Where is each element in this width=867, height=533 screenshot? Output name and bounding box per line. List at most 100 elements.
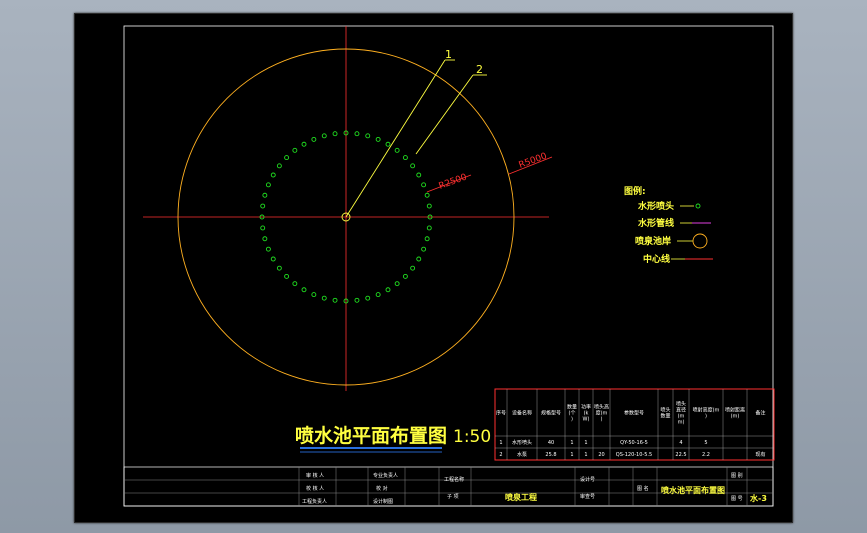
- table-cell: 5: [704, 440, 707, 446]
- nozzle-symbol: [265, 182, 271, 188]
- table-cell: 4: [679, 440, 682, 446]
- nozzle-symbol: [270, 172, 276, 178]
- nozzle-symbol: [375, 292, 381, 298]
- label-designer: 设计制图: [373, 498, 393, 505]
- cad-drawing: 1 2 R2500 R5000 图例: 水形喷头 水形管线 喷泉池岸 中心线 喷…: [123, 25, 775, 507]
- label-figure-name: 图 名: [637, 485, 649, 492]
- table-header-cell: 设备名称: [512, 410, 532, 417]
- table-cell: 1: [584, 440, 587, 446]
- callout-label-1: 1: [445, 48, 452, 61]
- nozzle-symbol: [365, 133, 371, 139]
- label-review-no: 审查号: [580, 493, 595, 500]
- label-project-lead: 工程负责人: [302, 498, 327, 505]
- table-header-cell: 功率(k W): [581, 404, 591, 423]
- nozzle-symbol: [410, 265, 416, 271]
- nozzle-symbol: [394, 281, 400, 287]
- nozzle-symbol: [394, 147, 400, 153]
- nozzle-symbol: [321, 295, 327, 301]
- legend-heading: 图例:: [624, 185, 646, 197]
- legend-label-center-line: 中心线: [643, 253, 670, 265]
- nozzle-symbol: [410, 163, 416, 169]
- nozzle-symbol: [426, 225, 432, 231]
- nozzle-symbol: [260, 225, 266, 231]
- table-cell: 1: [499, 440, 502, 446]
- label-proofread: 校 对: [376, 485, 388, 492]
- nozzle-symbol: [424, 236, 430, 242]
- table-header-cell: 喷头数量: [660, 407, 670, 420]
- value-sheet-number: 水-3: [749, 493, 767, 503]
- table-cell: 现有: [755, 451, 765, 458]
- table-header-cell: 数量(个): [567, 404, 577, 423]
- nozzle-symbol: [262, 236, 268, 242]
- nozzle-symbol: [424, 192, 430, 198]
- table-cell: 水形喷头: [512, 439, 532, 446]
- table-cell: 22.5: [675, 452, 686, 458]
- leader-line-1: [345, 59, 446, 218]
- nozzle-symbol: [321, 133, 327, 139]
- nozzle-symbol: [354, 131, 360, 137]
- callout-label-2: 2: [476, 63, 483, 76]
- nozzle-symbol: [260, 203, 266, 209]
- radius-label-r5000: R5000: [518, 151, 549, 170]
- table-header-cell: 备注: [755, 410, 765, 417]
- table-cell: 水泵: [517, 451, 527, 458]
- label-sub-item: 子 项: [447, 493, 459, 500]
- nozzle-symbol: [301, 287, 307, 293]
- equipment-table: 序号 设备名称 规格型号数量(个) 功率(k W)喷头高度(m) 参数型号 喷头数量喷头直径…: [494, 388, 775, 461]
- label-project-name: 工程名称: [444, 476, 464, 483]
- nozzle-symbol: [301, 141, 307, 147]
- nozzle-symbol: [402, 155, 408, 161]
- table-header-cell: 喷头直径(m m): [676, 401, 686, 426]
- label-sheet-number: 图 号: [731, 496, 743, 502]
- nozzle-symbol: [292, 147, 298, 153]
- legend-symbol-nozzle: [695, 203, 701, 209]
- nozzle-symbol: [292, 281, 298, 287]
- drawing-title: 喷水池平面布置图: [295, 424, 447, 447]
- table-cell: 20: [598, 452, 604, 458]
- nozzle-symbol: [375, 136, 381, 142]
- title-block: 审 核 人 校 核 人 工程负责人 专业负责人 校 对 设计制图 工程名称 子 …: [123, 466, 774, 507]
- table-cell: QS-120-10-5.5: [616, 452, 652, 458]
- nozzle-symbol: [311, 292, 317, 298]
- nozzle-symbol: [365, 295, 371, 301]
- nozzle-symbol: [276, 163, 282, 169]
- value-figure-name: 喷水池平面布置图: [661, 485, 725, 495]
- nozzle-symbol: [332, 297, 338, 303]
- legend-symbol-pool-edge: [692, 233, 708, 249]
- table-cell: QY-50-16-5: [620, 440, 648, 446]
- nozzle-symbol: [276, 265, 282, 271]
- table-cell: 2.2: [702, 452, 710, 458]
- nozzle-symbol: [385, 141, 391, 147]
- legend-label-pipeline: 水形管线: [638, 217, 674, 229]
- nozzle-symbol: [284, 273, 290, 279]
- table-cell: 25.8: [545, 452, 556, 458]
- nozzle-symbol: [421, 182, 427, 188]
- leader-line-2: [415, 74, 474, 155]
- nozzle-symbol: [270, 256, 276, 262]
- nozzle-symbol: [426, 203, 432, 209]
- drawing-sheet: 1 2 R2500 R5000 图例: 水形喷头 水形管线 喷泉池岸 中心线 喷…: [74, 13, 793, 523]
- nozzle-symbol: [311, 136, 317, 142]
- nozzle-symbol: [265, 246, 271, 252]
- nozzle-symbol: [385, 287, 391, 293]
- legend-label-nozzle: 水形喷头: [638, 200, 674, 212]
- table-header-cell: 喷射距离(m): [725, 407, 745, 420]
- table-header-cell: 喷射高度(m): [693, 407, 720, 420]
- table-cell: 40: [548, 440, 554, 446]
- nozzle-symbol: [416, 172, 422, 178]
- nozzle-symbol: [262, 192, 268, 198]
- drawing-scale: 1:50: [453, 427, 491, 447]
- nozzle-symbol: [332, 131, 338, 137]
- table-header-cell: 序号: [496, 410, 506, 417]
- legend-label-pool-edge: 喷泉池岸: [635, 235, 671, 247]
- label-design-no: 设计号: [580, 476, 595, 483]
- table-cell: 1: [570, 440, 573, 446]
- radius-label-r2500: R2500: [438, 172, 469, 191]
- nozzle-symbol: [421, 246, 427, 252]
- label-sheet-category: 图 别: [731, 472, 743, 479]
- table-header-cell: 规格型号: [541, 410, 561, 417]
- nozzle-symbol: [354, 297, 360, 303]
- table-cell: 1: [570, 452, 573, 458]
- value-sub-item: 喷泉工程: [505, 492, 537, 502]
- legend: 图例: 水形喷头 水形管线 喷泉池岸 中心线: [624, 185, 713, 265]
